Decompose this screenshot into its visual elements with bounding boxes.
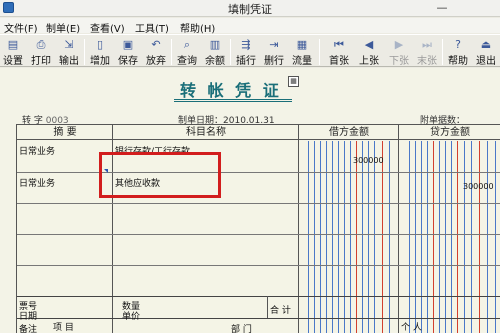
save-button[interactable]: ▣ 保存	[116, 37, 140, 67]
last-page-icon: ⏭	[422, 38, 432, 51]
export-button[interactable]: ⇲ 输出	[57, 37, 81, 67]
previous-page-icon: ◀	[364, 38, 374, 51]
row1-summary[interactable]: 日常业务	[19, 144, 55, 157]
first-page-icon: ⏮	[334, 38, 344, 51]
toolbar-separator	[171, 39, 172, 65]
voucher-window: 填制凭证 — 文件(F) 制单(E) 查看(V) 工具(T) 帮助(H) ▤ 设…	[0, 0, 500, 333]
query-button[interactable]: ⌕ 查询	[175, 37, 199, 67]
header-debit: 借方金额	[299, 125, 399, 140]
help-icon: ?	[455, 38, 461, 51]
discard-icon: ↶	[151, 38, 161, 51]
toolbar-separator	[230, 39, 231, 65]
department-label: 部 门	[231, 325, 252, 333]
next-page-icon: ▶	[394, 38, 404, 51]
menu-help[interactable]: 帮助(H)	[180, 20, 215, 35]
printer-setup-icon: ▤	[7, 38, 19, 51]
cash-flow-icon: ▦	[296, 38, 308, 51]
balance-button[interactable]: ▥ 余额	[203, 37, 227, 67]
next-voucher-button[interactable]: ▶ 下张	[386, 37, 412, 67]
insert-row-icon: ⇶	[241, 38, 251, 51]
title-underline	[174, 101, 292, 102]
print-button[interactable]: ⎙ 打印	[29, 37, 53, 67]
setup-button[interactable]: ▤ 设置	[1, 37, 25, 67]
total-label: 合 计	[270, 306, 291, 316]
voucher-form: 转 帐 凭 证 ▦ 转 字 0003 制单日期：2010.01.31 附单据数：…	[0, 68, 500, 333]
header-credit: 贷方金额	[399, 125, 500, 140]
person-label: 个 人	[401, 323, 422, 333]
toolbar-separator	[442, 39, 443, 65]
last-voucher-button[interactable]: ⏭ 末张	[414, 37, 440, 67]
unit-price-label: 单价	[122, 312, 141, 322]
save-icon: ▣	[122, 38, 134, 51]
item-label: 项 目	[53, 323, 74, 333]
menu-tools[interactable]: 工具(T)	[135, 20, 169, 35]
first-voucher-button[interactable]: ⏮ 首张	[326, 37, 352, 67]
add-document-icon: ▯	[96, 38, 104, 51]
toolbar-separator	[84, 39, 85, 65]
exit-button[interactable]: ⏏ 退出	[473, 37, 499, 67]
toolbar-separator	[319, 39, 320, 65]
insert-row-button[interactable]: ⇶ 插行	[234, 37, 258, 67]
delete-row-icon: ⇥	[269, 38, 279, 51]
delete-row-button[interactable]: ⇥ 删行	[262, 37, 286, 67]
menu-file[interactable]: 文件(F)	[4, 20, 38, 35]
header-summary: 摘 要	[17, 125, 113, 140]
ticket-date-label: 日期	[19, 312, 38, 322]
row2-summary[interactable]: 日常业务	[19, 176, 55, 189]
printer-icon: ⎙	[36, 38, 46, 51]
row1-debit[interactable]: 300000	[353, 156, 384, 165]
binoculars-icon: ⌕	[183, 38, 191, 51]
menu-view[interactable]: 查看(V)	[90, 20, 125, 35]
cash-flow-button[interactable]: ▦ 流量	[290, 37, 314, 67]
toolbar: ▤ 设置 ⎙ 打印 ⇲ 输出 ▯ 增加 ▣ 保存 ↶ 放弃 ⌕ 查询 ▥ 余额 …	[0, 34, 500, 67]
menu-voucher[interactable]: 制单(E)	[46, 20, 80, 35]
title-underline	[174, 99, 292, 100]
header-account: 科目名称	[113, 125, 299, 140]
add-button[interactable]: ▯ 增加	[88, 37, 112, 67]
exit-icon: ⏏	[480, 38, 492, 51]
minimize-button[interactable]: —	[435, 1, 449, 15]
voucher-title: 转 帐 凭 证	[180, 81, 282, 100]
title-bar: 填制凭证 —	[0, 0, 500, 17]
voucher-entries-table: 摘 要 科目名称 借方金额 贷方金额 日常业务 银行存款/工行存款 300000…	[16, 124, 500, 333]
window-title: 填制凭证	[228, 3, 272, 16]
row2-credit[interactable]: 300000	[463, 182, 494, 191]
export-icon: ⇲	[64, 38, 74, 51]
previous-voucher-button[interactable]: ◀ 上张	[356, 37, 382, 67]
balance-chart-icon: ▥	[209, 38, 221, 51]
discard-button[interactable]: ↶ 放弃	[144, 37, 168, 67]
calculator-icon[interactable]: ▦	[288, 76, 299, 87]
remark-label: 备注	[19, 325, 38, 333]
help-button[interactable]: ? 帮助	[445, 37, 471, 67]
highlight-box	[99, 152, 221, 198]
menu-bar: 文件(F) 制单(E) 查看(V) 工具(T) 帮助(H)	[0, 18, 500, 35]
